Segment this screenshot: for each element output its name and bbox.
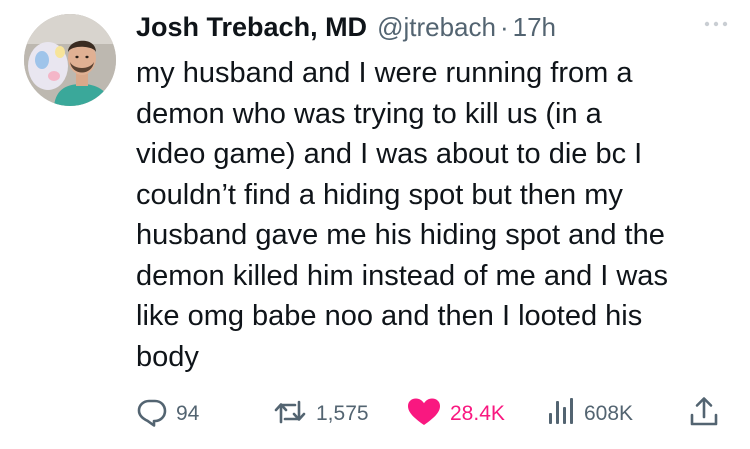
reply-count: 94	[176, 402, 200, 425]
like-button[interactable]: 28.4K	[406, 392, 505, 436]
tweet-text-line: couldn’t find a hiding spot but then my	[136, 178, 623, 211]
avatar[interactable]	[24, 14, 116, 106]
timestamp[interactable]: 17h	[513, 12, 556, 43]
views-icon	[546, 396, 576, 433]
view-count: 608K	[584, 402, 634, 425]
tweet-text-line: body	[136, 340, 199, 373]
repost-count: 1,575	[316, 402, 369, 425]
repost-button[interactable]: 1,575	[272, 392, 369, 436]
more-icon[interactable]	[700, 14, 732, 34]
tweet-text-line: demon who was trying to kill us (in a	[136, 97, 602, 130]
like-count: 28.4K	[450, 402, 505, 425]
author-name[interactable]: Josh Trebach, MD	[136, 12, 367, 43]
author-handle[interactable]: @jtrebach	[377, 12, 496, 43]
share-button[interactable]	[688, 392, 720, 436]
share-icon	[688, 395, 720, 434]
views-button[interactable]: 608K	[546, 392, 633, 436]
separator-dot: ·	[499, 12, 509, 42]
avatar-image	[24, 14, 116, 106]
repost-icon	[272, 396, 308, 433]
action-bar: 94 1,575 28.4K 608K	[136, 392, 730, 436]
tweet-text-line: video game) and I was about to die bc I	[136, 138, 643, 170]
tweet-card[interactable]: Josh Trebach, MD @jtrebach · 17h my husb…	[0, 0, 750, 449]
tweet-header: Josh Trebach, MD @jtrebach · 17h	[136, 12, 730, 50]
tweet-text-line: like omg babe noo and then I looted his	[136, 300, 643, 332]
reply-button[interactable]: 94	[136, 392, 199, 436]
tweet-text-line: demon killed him instead of me and I was	[136, 259, 668, 292]
reply-icon	[136, 396, 168, 433]
tweet-text-line: my husband and I were running from a	[136, 57, 633, 89]
heart-icon	[406, 396, 442, 433]
tweet-text-line: husband gave me his hiding spot and the	[136, 219, 665, 251]
tweet-text: my husband and I were running from a dem…	[136, 53, 736, 377]
